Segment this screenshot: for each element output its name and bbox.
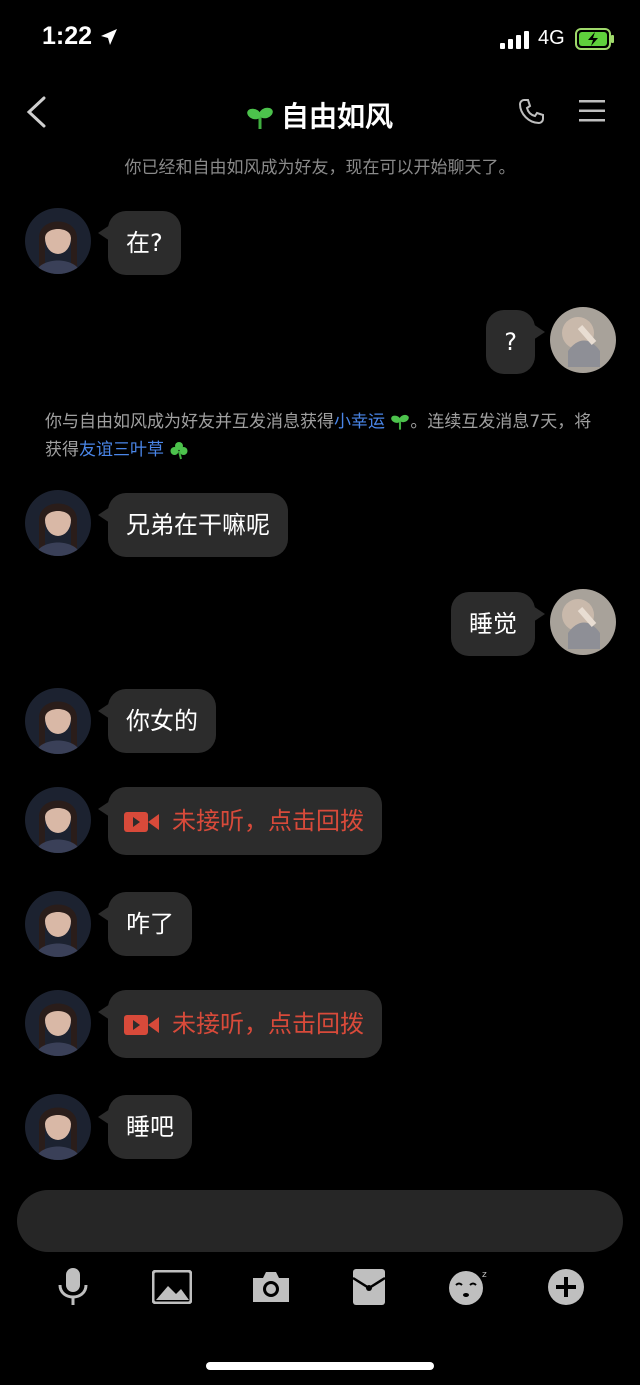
missed-call-bubble[interactable]: 未接听，点击回拨 [98, 787, 382, 855]
message-bubble[interactable]: 咋了 [98, 892, 192, 956]
status-time: 1:22 [42, 22, 93, 50]
camera-icon[interactable] [246, 1262, 296, 1312]
lucky-link[interactable]: 小幸运 [334, 412, 385, 432]
status-bar: 1:22 4G [0, 0, 640, 80]
message-bubble[interactable]: 兄弟在干嘛呢 [98, 493, 288, 557]
sprout-icon [391, 414, 410, 430]
microphone-icon[interactable] [48, 1262, 98, 1312]
clover-icon [170, 442, 188, 460]
message-bubble[interactable]: 睡觉 [451, 592, 545, 656]
chat-header: 自由如风 [0, 85, 640, 145]
sprout-icon [247, 107, 273, 129]
image-icon[interactable] [147, 1262, 197, 1312]
friend-avatar[interactable] [25, 490, 91, 556]
red-packet-icon[interactable] [344, 1262, 394, 1312]
svg-text:z: z [482, 1270, 487, 1280]
my-avatar[interactable] [550, 307, 616, 373]
battery-charging-icon [575, 28, 614, 50]
menu-icon[interactable] [578, 99, 606, 123]
friend-avatar[interactable] [25, 1094, 91, 1160]
friend-avatar[interactable] [25, 891, 91, 957]
message-bubble[interactable]: 你女的 [98, 689, 216, 753]
message-bubble[interactable]: 睡吧 [98, 1095, 192, 1159]
missed-call-bubble[interactable]: 未接听，点击回拨 [98, 990, 382, 1058]
phone-icon[interactable] [518, 97, 546, 125]
friend-avatar[interactable] [25, 208, 91, 274]
cellular-signal-icon [500, 31, 529, 49]
friend-avatar[interactable] [25, 990, 91, 1056]
network-type: 4G [538, 27, 565, 49]
location-arrow-icon [101, 29, 117, 45]
system-note: 你已经和自由如风成为好友，现在可以开始聊天了。 [124, 158, 516, 178]
message-input[interactable] [17, 1190, 623, 1252]
clover-link[interactable]: 友谊三叶草 [79, 440, 164, 460]
friendship-note: 你与自由如风成为好友并互发消息获得小幸运 。连续互发消息7天，将获得友谊三叶草 [45, 408, 605, 464]
video-camera-icon [124, 1015, 159, 1035]
friendship-note-text: 你与自由如风成为好友并互发消息获得 [45, 412, 334, 432]
message-bubble[interactable]: ? [486, 310, 545, 374]
emoji-icon[interactable]: z [443, 1262, 493, 1312]
missed-call-text: 未接听，点击回拨 [172, 1010, 364, 1038]
message-bubble[interactable]: 在? [98, 211, 181, 275]
missed-call-text: 未接听，点击回拨 [172, 807, 364, 835]
plus-icon[interactable] [541, 1262, 591, 1312]
friend-avatar[interactable] [25, 787, 91, 853]
home-indicator[interactable] [206, 1362, 434, 1370]
chat-title: 自由如风 [280, 100, 393, 133]
friend-avatar[interactable] [25, 688, 91, 754]
my-avatar[interactable] [550, 589, 616, 655]
video-camera-icon [124, 812, 159, 832]
input-toolbar: z [0, 1262, 640, 1322]
